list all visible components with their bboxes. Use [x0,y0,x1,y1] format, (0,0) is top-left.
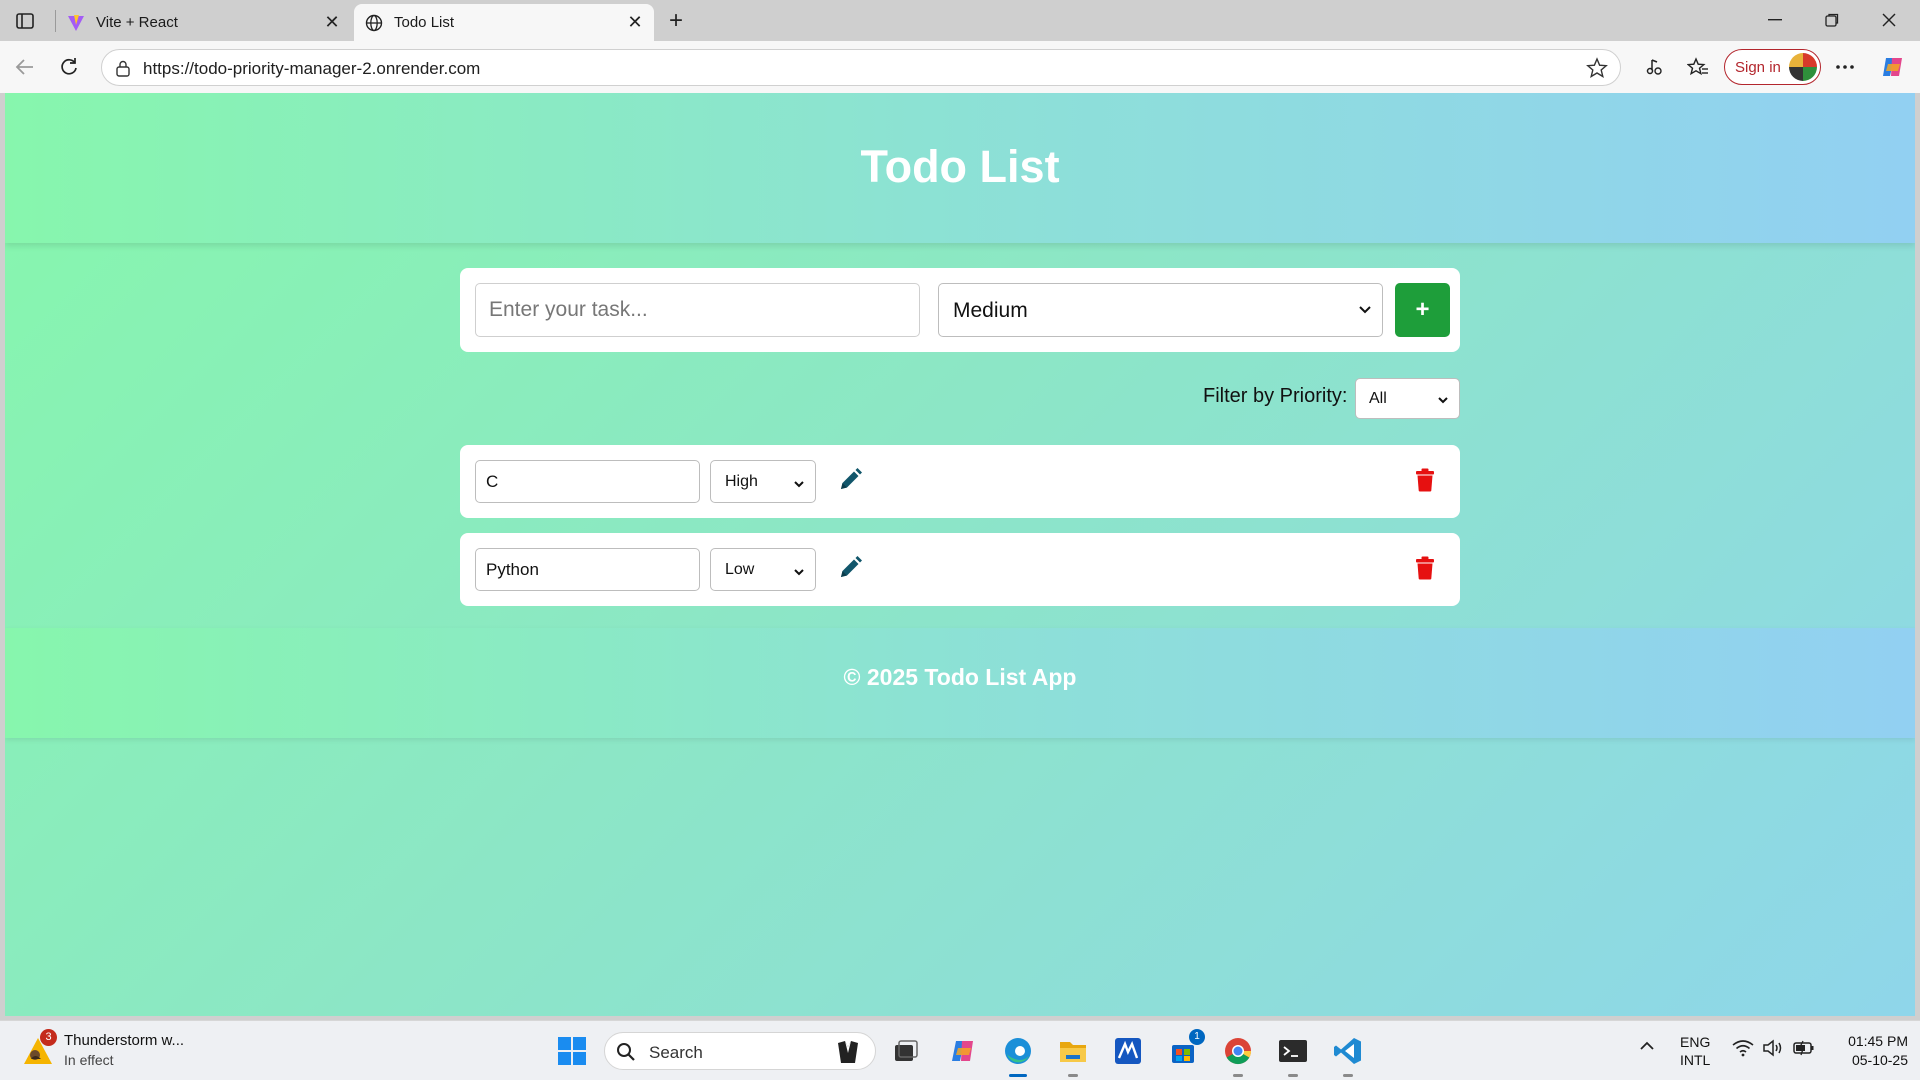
clock-time: 01:45 PM [1848,1033,1908,1049]
running-indicator [1009,1074,1027,1077]
volume-icon [1762,1039,1784,1061]
wifi-icon [1732,1039,1754,1061]
chevron-down-icon [1437,392,1449,410]
running-indicator [1288,1074,1298,1077]
filter-select-value: All [1369,390,1387,407]
weather-status: In effect [64,1052,114,1068]
search-highlight-icon [835,1039,861,1065]
window-close-icon[interactable] [1869,6,1909,34]
edit-pencil-icon[interactable] [835,553,865,583]
close-icon[interactable]: ✕ [626,12,644,32]
chevron-up-icon[interactable] [1638,1039,1658,1059]
browser-toolbar: https://todo-priority-manager-2.onrender… [0,41,1920,93]
favorite-star-icon[interactable] [1586,57,1608,79]
tab-todo-list[interactable]: Todo List ✕ [354,4,654,41]
filter-label: Filter by Priority: [1203,385,1348,407]
todo-priority-select[interactable]: Low [710,548,816,591]
todo-priority-value: Low [725,561,755,578]
store-notification-badge: 1 [1189,1029,1205,1045]
copilot-app-icon[interactable] [943,1031,983,1071]
tab-actions-icon[interactable] [10,8,40,34]
edit-pencil-icon[interactable] [835,465,865,495]
footer-text: © 2025 Todo List App [843,664,1077,690]
language-code: ENG [1680,1034,1711,1050]
globe-icon [364,13,384,33]
tab-vite-react[interactable]: Vite + React ✕ [56,4,351,41]
sign-in-button[interactable]: Sign in [1724,49,1821,85]
task-view-icon[interactable] [886,1031,926,1071]
system-clock[interactable]: 01:45 PM 05-10-25 [1828,1032,1908,1070]
clock-date: 05-10-25 [1851,1052,1908,1068]
todo-item: Python Low [460,533,1460,606]
input-language[interactable]: ENG INTL [1680,1033,1710,1069]
search-label: Search [649,1043,703,1062]
sign-in-label: Sign in [1735,59,1781,76]
delete-trash-icon[interactable] [1410,465,1440,495]
todo-priority-value: High [725,473,758,490]
delete-trash-icon[interactable] [1410,553,1440,583]
todo-text-field[interactable]: C [475,460,700,503]
todo-text-field[interactable]: Python [475,548,700,591]
page-viewport: Todo List Medium + Filter by Priority: A… [5,93,1915,1016]
restore-icon[interactable] [1812,6,1852,34]
address-bar[interactable]: https://todo-priority-manager-2.onrender… [101,49,1621,86]
page-title: Todo List [860,141,1060,192]
chevron-down-icon [793,476,805,494]
copilot-icon[interactable] [1879,53,1907,81]
weather-widget[interactable]: 3 Thunderstorm w... In effect [20,1029,220,1073]
search-icon [616,1042,636,1062]
system-tray[interactable] [1732,1039,1814,1061]
close-icon[interactable]: ✕ [323,12,341,32]
priority-select-value: Medium [953,299,1028,322]
url-text[interactable]: https://todo-priority-manager-2.onrender… [143,59,480,79]
add-task-button[interactable]: + [1395,283,1450,337]
battery-icon [1792,1039,1816,1061]
chevron-down-icon [1358,302,1372,320]
taskbar: 3 Thunderstorm w... In effect Search 1 E… [0,1020,1920,1080]
filter-priority-select[interactable]: All [1355,378,1460,419]
tab-title: Todo List [394,14,455,31]
favorites-icon[interactable] [1684,53,1712,81]
vscode-icon[interactable] [1328,1031,1368,1077]
back-icon[interactable] [10,52,40,82]
edge-browser-icon[interactable] [998,1031,1038,1077]
browser-tab-bar: Vite + React ✕ Todo List ✕ + [0,0,1920,41]
more-options-icon[interactable] [1831,53,1859,81]
task-input[interactable] [475,283,920,337]
weather-alert-badge: 3 [40,1029,57,1046]
app-footer: © 2025 Todo List App [5,628,1915,738]
avatar [1789,53,1817,81]
site-info-icon[interactable] [114,59,132,77]
chrome-icon[interactable] [1218,1031,1258,1077]
todo-item: C High [460,445,1460,518]
file-explorer-icon[interactable] [1053,1031,1093,1077]
running-indicator [1068,1074,1078,1077]
add-task-form: Medium + [460,268,1460,352]
todo-priority-select[interactable]: High [710,460,816,503]
windows-start-icon[interactable] [552,1031,592,1071]
new-tab-icon[interactable]: + [662,7,690,34]
priority-select[interactable]: Medium [938,283,1383,337]
minimize-icon[interactable] [1755,6,1795,34]
chevron-down-icon [793,564,805,582]
tab-title: Vite + React [96,14,178,31]
microsoft-store-icon[interactable]: 1 [1163,1029,1205,1071]
terminal-icon[interactable] [1273,1031,1313,1077]
running-indicator [1343,1074,1353,1077]
running-indicator [1233,1074,1243,1077]
app-header: Todo List [5,93,1915,243]
mathpix-icon[interactable] [1108,1031,1148,1071]
reload-icon[interactable] [54,52,84,82]
keyboard-layout: INTL [1680,1052,1711,1068]
vite-icon [66,13,86,33]
weather-title: Thunderstorm w... [64,1032,185,1049]
read-aloud-icon[interactable] [1640,53,1668,81]
taskbar-search[interactable]: Search [604,1032,876,1070]
